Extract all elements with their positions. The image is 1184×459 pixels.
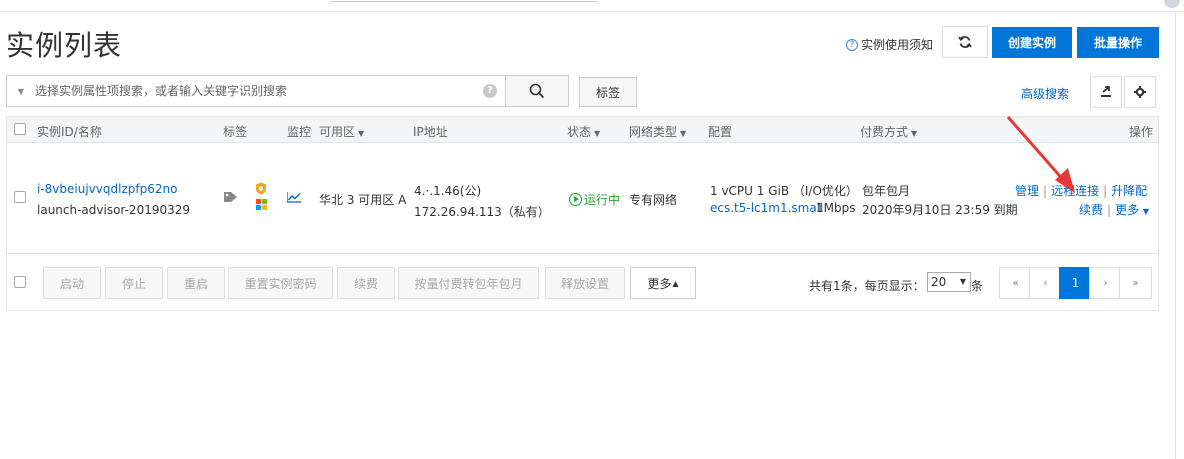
page-size-select[interactable]: 20 ▼ xyxy=(927,272,971,292)
row-checkbox[interactable] xyxy=(14,191,26,203)
top-search-stub xyxy=(330,0,598,2)
question-icon: ? xyxy=(846,38,858,51)
last-page-button[interactable]: » xyxy=(1119,267,1152,299)
current-page-button[interactable]: 1 xyxy=(1059,267,1092,299)
convert-billing-button[interactable]: 按量付费转包年包月 xyxy=(398,267,539,299)
refresh-button[interactable] xyxy=(942,26,988,58)
advanced-search-link[interactable]: 高级搜索 xyxy=(1021,85,1069,102)
header-billing-label: 付费方式 xyxy=(860,125,909,139)
first-page-button[interactable]: « xyxy=(999,267,1032,299)
separator: | xyxy=(1107,203,1112,217)
more-link[interactable]: 更多 ▼ xyxy=(1115,203,1149,217)
remote-connect-link[interactable]: 远程连接 xyxy=(1051,184,1099,198)
tag-icon[interactable] xyxy=(223,191,239,203)
restart-button[interactable]: 重启 xyxy=(167,267,225,299)
header-monitor: 监控 xyxy=(287,125,312,139)
more-actions-button[interactable]: 更多 ▲ xyxy=(630,267,696,299)
separator: | xyxy=(1103,184,1108,198)
caret-down-icon: ▼ xyxy=(358,129,365,138)
header-status-label: 状态 xyxy=(567,125,592,139)
batch-operation-button[interactable]: 批量操作 xyxy=(1077,27,1159,58)
zone-value: 华北 3 可用区 A xyxy=(319,193,407,207)
header-tags: 标签 xyxy=(223,125,248,139)
public-ip: 4.·.1.46(公) xyxy=(414,184,482,198)
caret-down-icon: ▼ xyxy=(911,129,918,138)
header-billing[interactable]: 付费方式 ▼ xyxy=(860,123,917,140)
help-label: 实例使用须知 xyxy=(861,38,934,52)
instance-id-link[interactable]: i-8vbeiujvvqdlzpfp62no xyxy=(37,182,177,196)
select-all-checkbox[interactable] xyxy=(14,123,26,135)
caret-down-icon: ▼ xyxy=(959,277,966,286)
page-size-unit: 条 xyxy=(971,279,984,293)
upgrade-link[interactable]: 升降配 xyxy=(1111,184,1147,198)
top-bar xyxy=(0,0,1184,12)
gear-icon xyxy=(1134,86,1146,98)
separator: | xyxy=(1043,184,1048,198)
manage-link[interactable]: 管理 xyxy=(1015,184,1039,198)
header-network-label: 网络类型 xyxy=(629,125,678,139)
more-label: 更多 xyxy=(1115,203,1140,217)
network-type: 专有网络 xyxy=(629,193,678,207)
footer-select-all-checkbox[interactable] xyxy=(14,276,26,288)
page-size-value: 20 xyxy=(931,275,947,289)
page-title: 实例列表 xyxy=(6,29,123,62)
search-input[interactable] xyxy=(35,84,475,98)
actions-line-2: 续费 | 更多 ▼ xyxy=(1079,201,1149,218)
right-scrollbar-track xyxy=(1175,12,1176,459)
refresh-icon xyxy=(958,36,972,48)
settings-button[interactable] xyxy=(1124,76,1156,108)
tag-filter-button[interactable]: 标签 xyxy=(579,77,637,107)
more-actions-label: 更多 xyxy=(647,276,672,291)
search-field[interactable]: ▼ ? xyxy=(6,75,506,107)
release-settings-button[interactable]: 释放设置 xyxy=(545,267,625,299)
actions-line-1: 管理 | 远程连接 | 升降配 xyxy=(1015,182,1147,199)
search-icon xyxy=(529,83,545,99)
bandwidth: 1Mbps xyxy=(816,201,856,215)
total-count-text: 共有1条，每页显示： xyxy=(809,279,925,293)
monitor-chart-icon[interactable] xyxy=(287,192,301,203)
header-status[interactable]: 状态 ▼ xyxy=(567,123,600,140)
reset-password-button[interactable]: 重置实例密码 xyxy=(228,267,333,299)
export-icon xyxy=(1101,86,1111,97)
renew-link[interactable]: 续费 xyxy=(1079,203,1103,217)
caret-down-icon[interactable]: ▼ xyxy=(7,87,35,96)
header-ip: IP地址 xyxy=(413,125,448,139)
status-badge: 运行中 xyxy=(569,191,620,208)
instance-table: 实例ID/名称 标签 监控 可用区 ▼ IP地址 状态 ▼ 网络类型 ▼ 配置 付费方… xyxy=(6,116,1159,311)
security-shield-icon xyxy=(256,182,266,195)
caret-down-icon: ▼ xyxy=(1142,207,1150,216)
table-row: i-8vbeiujvvqdlzpfp62no launch-advisor-20… xyxy=(7,144,1158,254)
avatar[interactable] xyxy=(1164,0,1180,8)
caret-up-icon: ▲ xyxy=(672,278,679,288)
export-button[interactable] xyxy=(1090,76,1122,108)
header-network[interactable]: 网络类型 ▼ xyxy=(629,123,686,140)
stop-button[interactable]: 停止 xyxy=(105,267,163,299)
start-button[interactable]: 启动 xyxy=(43,267,101,299)
config-main: 1 vCPU 1 GiB （I/O优化） xyxy=(710,184,858,198)
instance-type-link[interactable]: ecs.t5-lc1m1.small xyxy=(710,201,823,215)
caret-down-icon: ▼ xyxy=(594,129,601,138)
status-text: 运行中 xyxy=(584,193,621,207)
header-id-name: 实例ID/名称 xyxy=(37,125,102,139)
table-footer: 启动 停止 重启 重置实例密码 续费 按量付费转包年包月 释放设置 更多 ▲ 共有… xyxy=(7,255,1158,311)
windows-icon xyxy=(256,199,267,210)
search-button[interactable] xyxy=(505,75,569,107)
create-instance-button[interactable]: 创建实例 xyxy=(992,27,1072,58)
header-config: 配置 xyxy=(708,125,733,139)
next-page-button[interactable]: › xyxy=(1089,267,1122,299)
help-link[interactable]: ? 实例使用须知 xyxy=(846,36,933,53)
header-zone-label: 可用区 xyxy=(319,125,356,139)
help-icon[interactable]: ? xyxy=(483,84,497,98)
renew-button[interactable]: 续费 xyxy=(337,267,395,299)
expiry-date: 2020年9月10日 23:59 到期 xyxy=(862,203,1018,217)
billing-type: 包年包月 xyxy=(862,184,911,198)
table-header: 实例ID/名称 标签 监控 可用区 ▼ IP地址 状态 ▼ 网络类型 ▼ 配置 付费方… xyxy=(7,117,1158,143)
instance-name: launch-advisor-20190329 xyxy=(37,203,191,217)
caret-down-icon: ▼ xyxy=(680,129,687,138)
header-actions: 操作 xyxy=(1129,125,1154,139)
private-ip: 172.26.94.113（私有） xyxy=(414,205,550,219)
prev-page-button[interactable]: ‹ xyxy=(1029,267,1062,299)
play-circle-icon xyxy=(569,193,582,206)
header-zone[interactable]: 可用区 ▼ xyxy=(319,123,364,140)
